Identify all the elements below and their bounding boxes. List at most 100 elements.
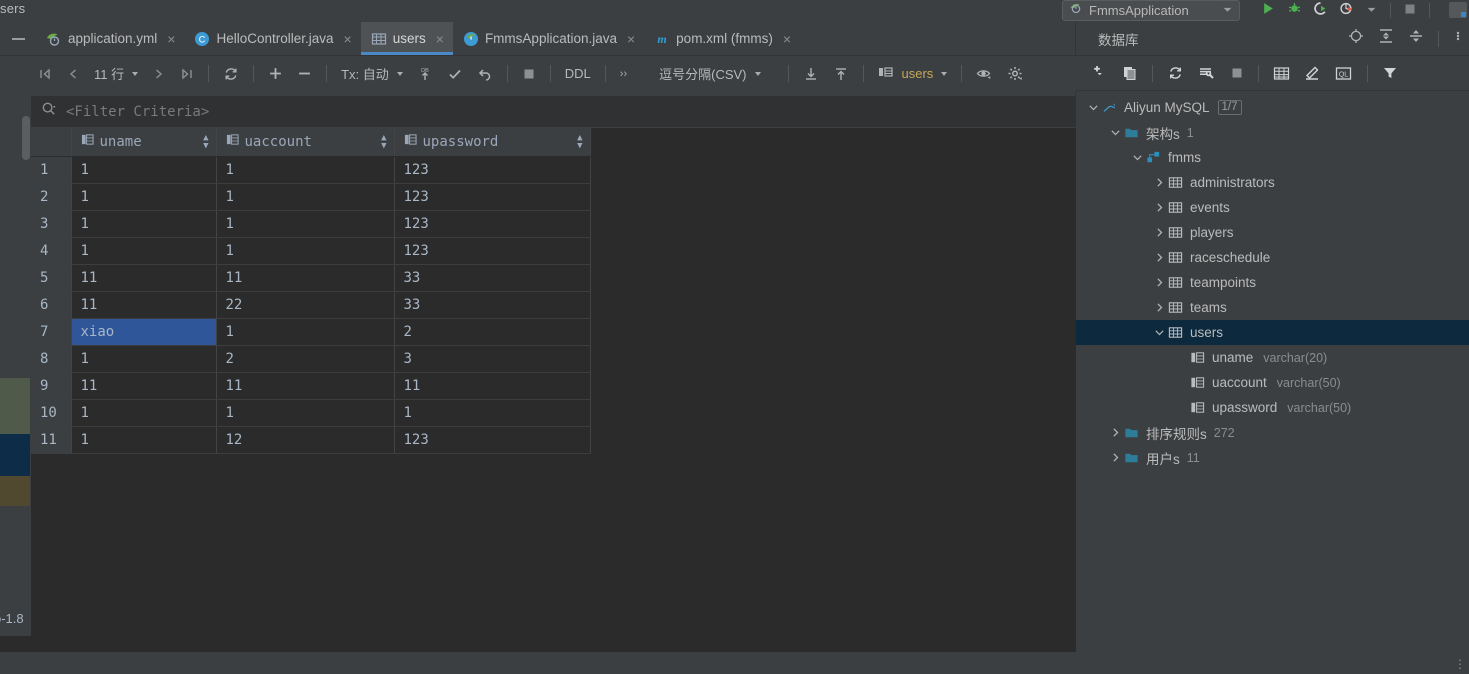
modify-icon[interactable] [1297,60,1328,86]
last-page-button[interactable] [173,61,201,87]
run-configuration-selector[interactable]: FmmsApplication [1062,0,1240,21]
cell-uname[interactable]: 1 [71,183,217,211]
tree-node-events[interactable]: events [1076,195,1469,220]
table-row[interactable]: 7 xiao 1 2 [31,318,591,346]
table-row[interactable]: 8123 [31,345,591,373]
cell-uaccount[interactable]: 1 [216,399,395,427]
tree-node-uname[interactable]: uname varchar(20) [1076,345,1469,370]
chevron-down-icon[interactable] [1222,2,1233,20]
tree-node-raceschedule[interactable]: raceschedule [1076,245,1469,270]
tree-node-uaccount[interactable]: uaccount varchar(50) [1076,370,1469,395]
table-row[interactable]: 4 1 1 123 [31,237,591,265]
table-row[interactable]: 1 1 1 123 [31,156,591,184]
scrollbar-thumb[interactable] [22,116,30,160]
cell-upassword[interactable]: 123 [394,210,591,238]
status-indicator-icon[interactable]: ⋮ [1454,657,1466,671]
row-count-selector[interactable]: 11 行 [87,61,145,87]
tree-node-upassword[interactable]: upassword varchar(50) [1076,395,1469,420]
tree-node-用户s[interactable]: 用户s 11 [1076,445,1469,470]
tab-users[interactable]: users × [360,22,454,55]
cell-uname[interactable]: 1 [71,399,217,427]
tree-node-teams[interactable]: teams [1076,295,1469,320]
column-header-uaccount[interactable]: uaccount ▲ ▼ [216,128,395,157]
cell-upassword[interactable]: 123 [394,183,591,211]
reload-button[interactable] [216,61,246,87]
window-widget[interactable] [1449,2,1467,18]
tree-node-fmms[interactable]: fmms [1076,145,1469,170]
tab-fmmsapplication-java[interactable]: FmmsApplication.java × [453,22,644,55]
cell-uaccount[interactable]: 2 [216,345,395,373]
tab-pom-xml[interactable]: m pom.xml (fmms) × [644,22,800,55]
column-header-upassword[interactable]: upassword ▲ ▼ [394,128,591,157]
tree-node-aliyun-mysql[interactable]: Aliyun MySQL 1/7 [1076,95,1469,120]
close-icon[interactable]: × [783,32,791,46]
chevron-right-icon[interactable] [1152,227,1167,238]
table-row[interactable]: 11 1 12 123 [31,426,591,454]
run-with-coverage-icon[interactable] [1314,1,1327,20]
submit-to-db-button[interactable]: DB [410,61,440,87]
table-row[interactable]: 9 11 11 11 [31,372,591,400]
cell-uname[interactable]: 1 [71,156,217,184]
rollback-button[interactable] [470,61,500,87]
hide-tool-window-button[interactable] [0,22,36,55]
chevron-right-icon[interactable] [1108,427,1123,438]
commit-button[interactable] [440,61,470,87]
cell-uaccount[interactable]: 11 [216,372,395,400]
sort-arrows-icon[interactable]: ▲ ▼ [381,133,393,150]
database-tree[interactable]: Aliyun MySQL 1/7 架构s 1 fmms administrators eve… [1076,92,1469,652]
close-icon[interactable]: × [167,32,175,46]
cell-upassword[interactable]: 33 [394,264,591,292]
cell-upassword[interactable]: 11 [394,372,591,400]
filter-icon[interactable] [1375,60,1405,86]
add-row-button[interactable] [261,61,290,87]
chevron-down-icon[interactable] [1108,127,1123,138]
output-format-selector[interactable]: 逗号分隔(CSV) [652,61,767,87]
close-icon[interactable]: × [344,32,352,46]
run-icon[interactable] [1262,2,1275,20]
tree-node-排序规则s[interactable]: 排序规则s 272 [1076,420,1469,445]
gear-icon[interactable] [1000,61,1031,87]
first-page-button[interactable] [31,61,59,87]
stop-icon[interactable] [1223,60,1251,86]
table-row[interactable]: 10 1 1 1 [31,399,591,427]
tab-application-yml[interactable]: application.yml × [36,22,184,55]
tree-node-administrators[interactable]: administrators [1076,170,1469,195]
result-grid[interactable]: uname ▲ ▼ uaccount ▲ ▼ upassword ▲ ▼ 1 1… [31,128,1076,652]
query-console-icon[interactable]: QL [1328,60,1360,86]
refresh-icon[interactable] [1160,60,1191,86]
chevron-right-icon[interactable] [1152,202,1167,213]
cell-uaccount[interactable]: 22 [216,291,395,319]
cell-uname[interactable]: 11 [71,264,217,292]
cell-uaccount[interactable]: 1 [216,318,395,346]
chevron-down-icon[interactable] [1152,327,1167,338]
cell-uaccount[interactable]: 1 [216,183,395,211]
tree-node-架构s[interactable]: 架构s 1 [1076,120,1469,145]
chevron-down-icon[interactable] [1130,152,1145,163]
debug-icon[interactable] [1288,2,1301,20]
table-row[interactable]: 6 11 22 33 [31,291,591,319]
cell-upassword[interactable]: 2 [394,318,591,346]
import-button[interactable] [796,61,826,87]
table-chooser[interactable]: users [871,61,955,87]
expand-all-icon[interactable] [1378,28,1394,49]
tree-node-players[interactable]: players [1076,220,1469,245]
next-page-button[interactable] [145,61,173,87]
sort-arrows-icon[interactable]: ▲ ▼ [203,133,215,150]
cell-uname[interactable]: xiao [71,318,217,346]
ddl-button[interactable]: DDL [558,61,598,87]
cell-uname[interactable]: 1 [71,426,217,454]
collapse-all-icon[interactable] [1408,28,1424,49]
prev-page-button[interactable] [59,61,87,87]
search-icon[interactable] [41,101,57,122]
cell-uname[interactable]: 1 [71,210,217,238]
cell-uaccount[interactable]: 11 [216,264,395,292]
export-button[interactable] [826,61,856,87]
chevron-right-icon[interactable] [1152,252,1167,263]
cell-upassword[interactable]: 3 [394,345,591,373]
cell-uname[interactable]: 11 [71,291,217,319]
chevron-right-icon[interactable] [1152,177,1167,188]
cell-uname[interactable]: 1 [71,237,217,265]
filter-bar[interactable]: <Filter Criteria> [31,96,1076,128]
cell-upassword[interactable]: 1 [394,399,591,427]
chevron-down-icon[interactable] [1086,102,1101,113]
